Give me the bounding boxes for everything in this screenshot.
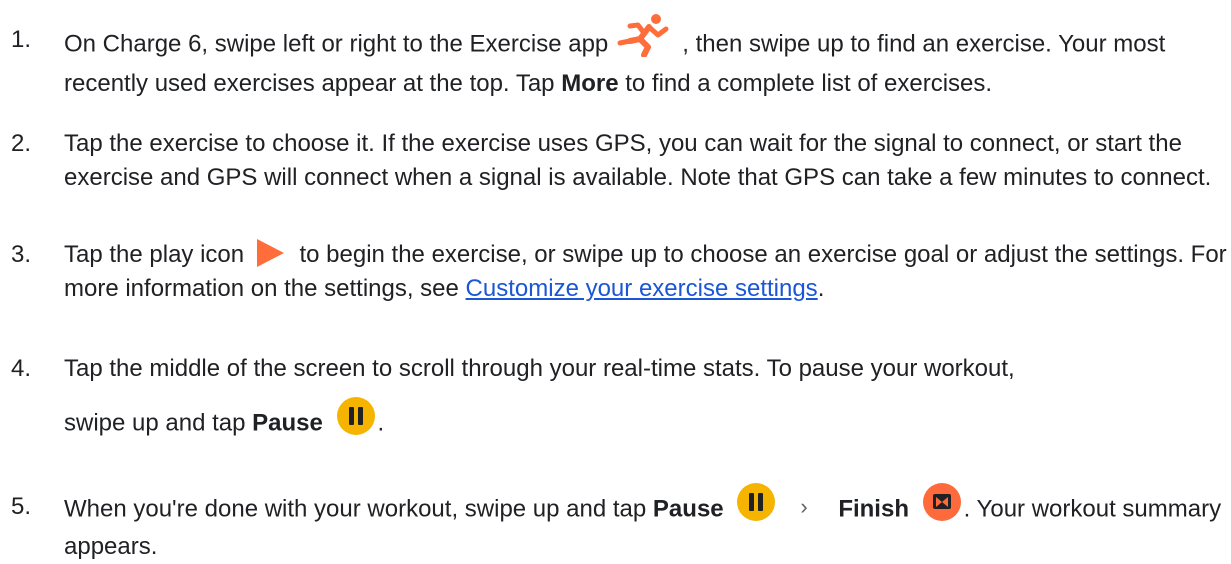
running-person-icon <box>617 14 669 57</box>
pause-label: Pause <box>652 495 724 523</box>
step-text: Tap the play icon to begin the exercise,… <box>64 238 1229 306</box>
step-number: 3. <box>11 241 32 268</box>
step-text-part: Tap the middle of the screen to scroll t… <box>64 355 1015 382</box>
instruction-steps: 1. On Charge 6, swipe left or right to t… <box>0 0 1231 560</box>
step-number: 1. <box>11 26 32 53</box>
step-text-part: . <box>817 275 825 302</box>
chevron-right-icon: › <box>800 494 808 520</box>
customize-exercise-settings-link[interactable]: Customize your exercise settings <box>466 275 818 302</box>
step-text-part: to find a complete list of exercises. <box>625 70 993 97</box>
step-number: 2. <box>11 130 32 157</box>
step-text-part: On Charge 6, swipe left or right to the … <box>64 30 609 58</box>
step-text-part: swipe up and tap <box>64 409 246 437</box>
pause-icon <box>336 397 375 435</box>
play-icon <box>256 238 284 267</box>
step-number: 4. <box>11 355 32 382</box>
step-text: When you're done with your workout, swip… <box>64 483 1229 564</box>
step-text: Tap the exercise to choose it. If the ex… <box>64 130 1212 191</box>
step-text: Tap the middle of the screen to scroll t… <box>64 352 1229 444</box>
step-text-part: When you're done with your workout, swip… <box>64 495 647 523</box>
step-text-part: Tap the play icon <box>64 241 245 268</box>
pause-icon <box>737 483 776 521</box>
step-text-part: . <box>377 409 385 437</box>
step-text: On Charge 6, swipe left or right to the … <box>64 14 1229 101</box>
pause-label: Pause <box>252 409 323 437</box>
more-label: More <box>561 70 619 97</box>
finish-flag-icon <box>922 483 961 521</box>
step-number: 5. <box>11 493 32 520</box>
step-text-line: swipe up and tap Pause . <box>64 397 1229 444</box>
finish-label: Finish <box>838 495 909 523</box>
